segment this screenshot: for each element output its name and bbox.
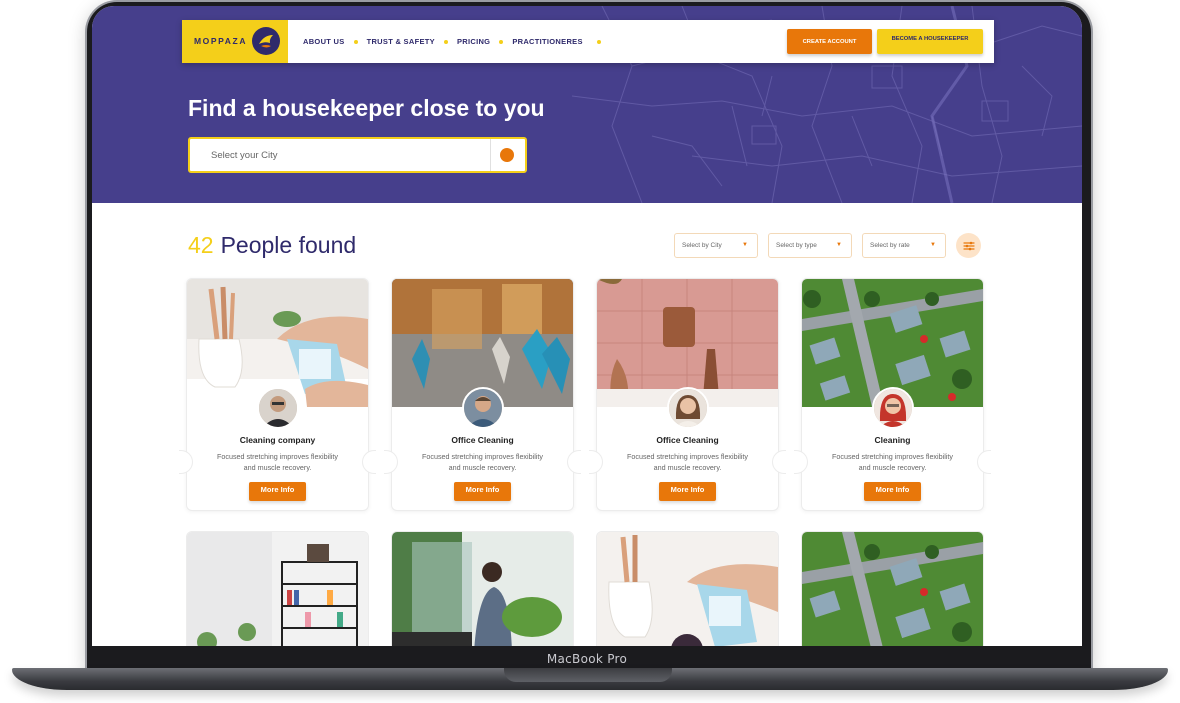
card-title: Office Cleaning xyxy=(656,435,719,445)
card-title: Office Cleaning xyxy=(451,435,514,445)
main-nav: ABOUT US TRUST & SAFETY PRICING PRACTITI… xyxy=(303,20,610,63)
card-photo-shelves xyxy=(187,532,368,646)
card-notch xyxy=(362,450,376,474)
filter-rate-select[interactable]: Select by rate ▼ xyxy=(862,233,946,258)
results-heading: 42 People found xyxy=(188,232,356,259)
card-photo-cleaning-spray xyxy=(597,532,778,646)
housekeeper-card-partial[interactable] xyxy=(801,531,984,646)
card-photo-aerial-houses xyxy=(802,532,983,646)
nav-separator-dot xyxy=(499,39,504,44)
avatar xyxy=(872,387,914,429)
nav-trust-safety[interactable]: TRUST & SAFETY xyxy=(367,37,435,46)
nav-separator-dot xyxy=(443,39,448,44)
card-description: Focused stretching improves flexibility … xyxy=(421,452,544,472)
card-notch xyxy=(589,450,603,474)
card-description: Focused stretching improves flexibility … xyxy=(831,452,954,472)
card-notch xyxy=(179,450,193,474)
device-label: MacBook Pro xyxy=(92,646,1082,668)
filter-rate-label: Select by rate xyxy=(870,242,910,249)
hero-title: Find a housekeeper close to you xyxy=(188,95,545,121)
card-photo-window-cleaning xyxy=(392,532,573,646)
avatar xyxy=(667,387,709,429)
city-search-input[interactable] xyxy=(190,139,490,171)
nav-separator-dot xyxy=(353,39,358,44)
city-search-box xyxy=(188,137,527,173)
avatar xyxy=(257,387,299,429)
sliders-icon xyxy=(962,241,975,250)
filter-type-select[interactable]: Select by type ▼ xyxy=(768,233,852,258)
nav-practitioneres[interactable]: PRACTITIONERES xyxy=(512,37,582,46)
card-description: Focused stretching improves flexibility … xyxy=(216,452,339,472)
housekeeper-card-partial[interactable] xyxy=(596,531,779,646)
nav-about-us[interactable]: ABOUT US xyxy=(303,37,345,46)
nav-separator-dot xyxy=(596,39,601,44)
housekeeper-card[interactable]: Cleaning company Focused stretching impr… xyxy=(179,278,376,511)
card-notch xyxy=(567,450,581,474)
top-navigation-bar: MOPPAZA ABOUT US TRUST & SAFETY PRICING … xyxy=(182,20,994,63)
filter-city-select[interactable]: Select by City ▼ xyxy=(674,233,758,258)
become-housekeeper-button[interactable]: BECOME A HOUSEKEEPER xyxy=(877,29,983,54)
more-info-button[interactable]: More Info xyxy=(454,482,511,501)
housekeeper-card-partial[interactable] xyxy=(391,531,574,646)
logo-text: MOPPAZA xyxy=(194,36,248,46)
laptop-opening-notch xyxy=(504,668,672,682)
avatar xyxy=(462,387,504,429)
logo[interactable]: MOPPAZA xyxy=(182,20,288,63)
more-info-button[interactable]: More Info xyxy=(659,482,716,501)
filter-city-label: Select by City xyxy=(682,242,722,249)
card-notch xyxy=(794,450,808,474)
card-title: Cleaning company xyxy=(239,435,316,445)
caret-down-icon: ▼ xyxy=(836,242,842,248)
results-count: 42 xyxy=(188,232,214,258)
caret-down-icon: ▼ xyxy=(930,242,936,248)
logo-bird-icon xyxy=(252,27,280,55)
search-divider xyxy=(490,139,491,171)
housekeeper-card[interactable]: Cleaning Focused stretching improves fle… xyxy=(794,278,991,511)
card-title: Cleaning xyxy=(874,435,911,445)
caret-down-icon: ▼ xyxy=(742,242,748,248)
browser-screen: MOPPAZA ABOUT US TRUST & SAFETY PRICING … xyxy=(92,6,1082,646)
more-info-button[interactable]: More Info xyxy=(864,482,921,501)
nav-pricing[interactable]: PRICING xyxy=(457,37,490,46)
more-info-button[interactable]: More Info xyxy=(249,482,306,501)
card-notch xyxy=(384,450,398,474)
create-account-button[interactable]: CREATE ACCOUNT xyxy=(787,29,872,54)
filter-type-label: Select by type xyxy=(776,242,817,249)
housekeeper-card-partial[interactable] xyxy=(186,531,369,646)
filter-settings-button[interactable] xyxy=(956,233,981,258)
housekeeper-card[interactable]: Office Cleaning Focused stretching impro… xyxy=(384,278,581,511)
hero-section: MOPPAZA ABOUT US TRUST & SAFETY PRICING … xyxy=(92,6,1082,203)
search-go-button[interactable] xyxy=(500,148,514,162)
card-notch xyxy=(772,450,786,474)
housekeeper-card[interactable]: Office Cleaning Focused stretching impro… xyxy=(589,278,786,511)
card-notch xyxy=(977,450,991,474)
card-description: Focused stretching improves flexibility … xyxy=(626,452,749,472)
results-label: People found xyxy=(220,232,357,258)
